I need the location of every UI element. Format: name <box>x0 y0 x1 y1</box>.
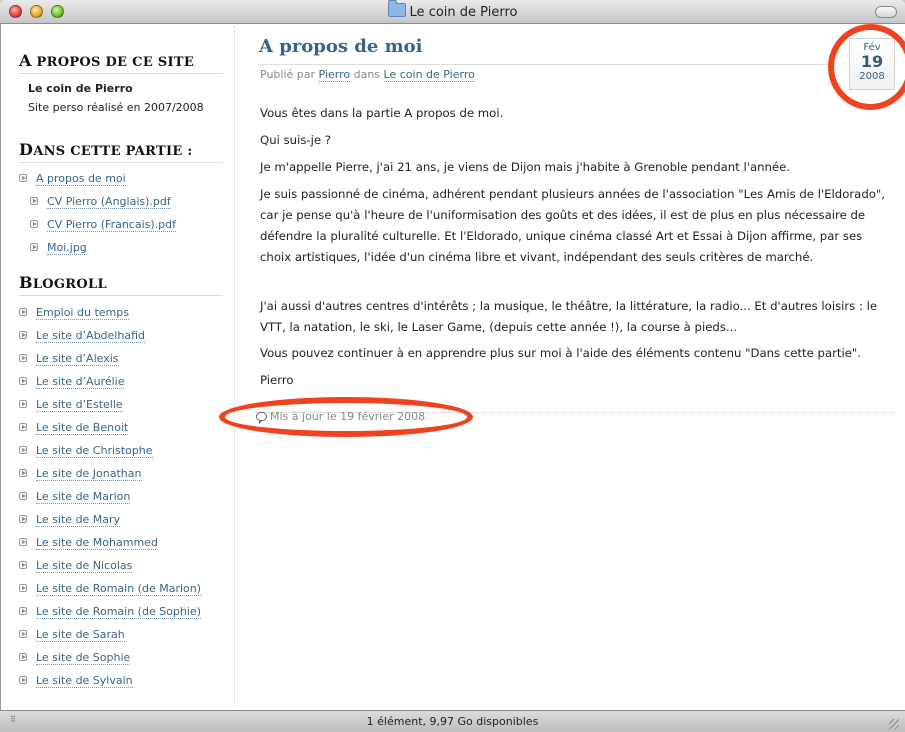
meta-in: dans <box>353 68 381 81</box>
bullet-icon <box>19 607 27 615</box>
author-link[interactable]: Pierro <box>318 68 351 82</box>
highlight-circle-updated <box>219 397 473 437</box>
bullet-icon <box>30 243 38 251</box>
page-content: A PROPOS DE CE SITE Le coin de Pierro Si… <box>0 24 905 710</box>
status-bar: ⠿ 1 élément, 9,97 Go disponibles <box>0 710 905 732</box>
blogroll-link[interactable]: Le site de Romain (de Sophie) <box>19 604 201 620</box>
title-bar[interactable]: Le coin de Pierro <box>0 0 905 24</box>
browser-window: Le coin de Pierro A PROPOS DE CE SITE Le… <box>0 0 905 732</box>
highlight-circle-date <box>828 24 905 110</box>
bullet-icon <box>19 515 27 523</box>
blogroll-link[interactable]: Le site d’Estelle <box>19 397 123 413</box>
window-resize-handle[interactable] <box>889 719 899 729</box>
folder-icon <box>387 0 406 17</box>
post-paragraph: Je suis passionné de cinéma, adhérent pe… <box>260 187 885 264</box>
post-title[interactable]: A propos de moi <box>259 36 423 57</box>
post-paragraph: Vous pouvez continuer à en apprendre plu… <box>260 346 862 360</box>
post-paragraph: J'ai aussi d'autres centres d'intérêts ;… <box>260 299 878 334</box>
bullet-icon <box>19 630 27 638</box>
bullet-icon <box>19 561 27 569</box>
blogroll-link[interactable]: Le site de Sarah <box>19 627 125 643</box>
post-paragraph: Je m'appelle Pierre, j'ai 21 ans, je vie… <box>260 160 791 174</box>
blogroll-link[interactable]: Le site d’Aurélie <box>19 374 125 390</box>
blogroll-link[interactable]: Le site de Mohammed <box>19 535 158 551</box>
status-text: 1 élément, 9,97 Go disponibles <box>366 715 539 728</box>
blogroll-link[interactable]: Le site de Sophie <box>19 650 131 666</box>
bullet-icon <box>19 538 27 546</box>
section-link-photo[interactable]: Moi.jpg <box>30 240 87 256</box>
blogroll-link[interactable]: Le site d’Alexis <box>19 351 119 367</box>
blogroll-link[interactable]: Le site d’Abdelhafid <box>19 328 145 344</box>
blogroll-link[interactable]: Emploi du temps <box>19 305 129 321</box>
post-meta: Publié par Pierro dans Le coin de Pierro <box>260 68 475 82</box>
blogroll-link[interactable]: Le site de Nicolas <box>19 558 133 574</box>
resize-grip-icon: ⠿ <box>10 715 18 724</box>
bullet-icon <box>19 377 27 385</box>
section-link-about[interactable]: A propos de moi <box>19 171 126 187</box>
title-rule <box>258 64 836 65</box>
bullet-icon <box>30 220 38 228</box>
sidebar-heading-blogroll: BLOGROLL <box>19 273 223 296</box>
post-paragraph: Vous êtes dans la partie A propos de moi… <box>260 106 504 120</box>
bullet-icon <box>19 653 27 661</box>
site-description: Site perso réalisé en 2007/2008 <box>28 101 204 114</box>
window-title-text: Le coin de Pierro <box>409 5 518 20</box>
sidebar-heading-section: DANS CETTE PARTIE : <box>19 140 223 163</box>
bullet-icon <box>19 331 27 339</box>
bullet-icon <box>19 354 27 362</box>
bullet-icon <box>19 308 27 316</box>
column-divider <box>234 26 235 706</box>
bullet-icon <box>19 400 27 408</box>
bullet-icon <box>19 492 27 500</box>
window-title: Le coin de Pierro <box>0 0 905 20</box>
bullet-icon <box>19 676 27 684</box>
bullet-icon <box>19 423 27 431</box>
blogroll-link[interactable]: Le site de Marion <box>19 489 131 505</box>
blogroll-link[interactable]: Le site de Romain (de Marion) <box>19 581 202 597</box>
post-signature: Pierro <box>260 373 294 387</box>
toolbar-toggle-button[interactable] <box>875 6 897 18</box>
blogroll-link[interactable]: Le site de Benoit <box>19 420 129 436</box>
bullet-icon <box>19 174 27 182</box>
sidebar-heading-about: A PROPOS DE CE SITE <box>19 51 223 74</box>
meta-prefix: Publié par <box>260 68 316 81</box>
bullet-icon <box>19 446 27 454</box>
bullet-icon <box>19 584 27 592</box>
blogroll-link[interactable]: Le site de Mary <box>19 512 121 528</box>
blogroll-link[interactable]: Le site de Christophe <box>19 443 153 459</box>
site-name: Le coin de Pierro <box>28 82 133 95</box>
post-paragraph: Qui suis-je ? <box>260 133 331 147</box>
section-link-cv-french[interactable]: CV Pierro (Francais).pdf <box>30 217 177 233</box>
bullet-icon <box>19 469 27 477</box>
blogroll-link[interactable]: Le site de Jonathan <box>19 466 142 482</box>
category-link[interactable]: Le coin de Pierro <box>383 68 475 82</box>
blogroll-link[interactable]: Le site de Sylvain <box>19 673 133 689</box>
section-link-cv-english[interactable]: CV Pierro (Anglais).pdf <box>30 194 171 210</box>
bullet-icon <box>30 197 38 205</box>
